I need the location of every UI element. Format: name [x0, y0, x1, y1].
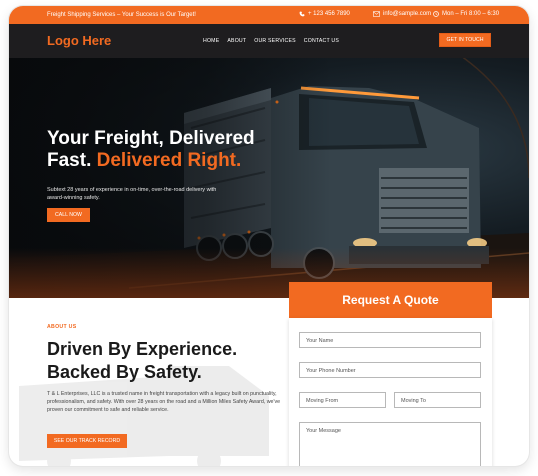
- hero-title-line2-accent: Delivered Right.: [96, 150, 242, 171]
- name-field[interactable]: Your Name: [299, 332, 481, 348]
- top-info-bar: Freight Shipping Services – Your Success…: [9, 6, 529, 24]
- moving-from-field[interactable]: Moving From: [299, 392, 386, 408]
- about-title-line1: Driven By Experience.: [47, 339, 238, 359]
- email-icon: [373, 11, 380, 17]
- nav-item-contact[interactable]: CONTACT US: [304, 38, 339, 44]
- top-email[interactable]: info@sample.com: [373, 11, 431, 17]
- site-logo[interactable]: Logo Here: [47, 33, 111, 48]
- moving-to-field[interactable]: Moving To: [394, 392, 481, 408]
- top-hours: Mon – Fri 8:00 – 6:30: [433, 11, 499, 17]
- top-phone[interactable]: + 123 456 7890: [299, 11, 350, 17]
- clock-icon: [433, 11, 439, 17]
- phone-field[interactable]: Your Phone Number: [299, 362, 481, 378]
- nav-item-home[interactable]: HOME: [203, 38, 219, 44]
- hero-subtitle: Subtext 28 years of experience in on-tim…: [47, 187, 217, 201]
- message-field[interactable]: Your Message: [299, 422, 481, 466]
- get-in-touch-button[interactable]: GET IN TOUCH: [439, 33, 491, 47]
- about-title-line2: Backed By Safety.: [47, 362, 202, 382]
- hero-title: Your Freight, Delivered Fast. Delivered …: [47, 128, 255, 172]
- top-tagline: Freight Shipping Services – Your Success…: [47, 12, 196, 18]
- hero-title-line2-white: Fast.: [47, 150, 92, 171]
- hours-text: Mon – Fri 8:00 – 6:30: [442, 11, 500, 17]
- about-label: ABOUT US: [47, 324, 77, 330]
- call-now-button[interactable]: CALL NOW: [47, 208, 90, 222]
- main-navbar: Logo Here HOME ABOUT OUR SERVICES CONTAC…: [9, 24, 529, 58]
- nav-menu: HOME ABOUT OUR SERVICES CONTACT US: [203, 38, 339, 44]
- quote-form: Your Name Your Phone Number Moving From …: [289, 318, 492, 466]
- hero-section: Your Freight, Delivered Fast. Delivered …: [9, 58, 529, 298]
- phone-text: + 123 456 7890: [308, 11, 350, 17]
- about-title: Driven By Experience. Backed By Safety.: [47, 338, 237, 384]
- browser-frame: Freight Shipping Services – Your Success…: [9, 6, 529, 466]
- hero-title-line1: Your Freight, Delivered: [47, 128, 255, 149]
- track-record-button[interactable]: SEE OUR TRACK RECORD: [47, 434, 127, 448]
- email-text: info@sample.com: [383, 11, 432, 17]
- nav-item-services[interactable]: OUR SERVICES: [254, 38, 296, 44]
- quote-title: Request A Quote: [289, 282, 492, 318]
- phone-icon: [299, 11, 305, 17]
- about-text: T & L Enterprises, LLC is a trusted name…: [47, 391, 281, 413]
- nav-item-about[interactable]: ABOUT: [227, 38, 246, 44]
